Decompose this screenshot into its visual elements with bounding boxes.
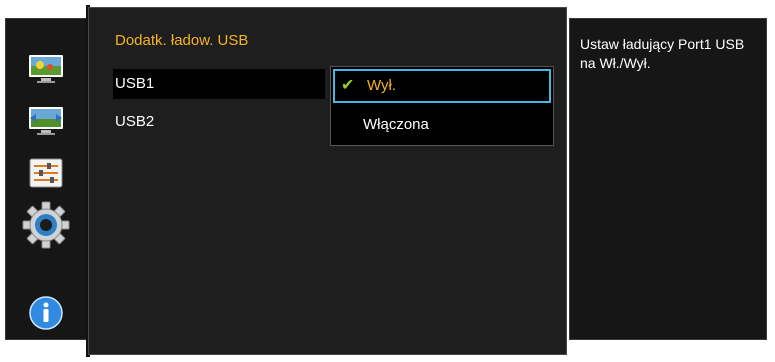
information-icon[interactable] — [26, 293, 66, 333]
help-text: Ustaw ładujący Port1 USB na Wł./Wył. — [580, 36, 745, 71]
settings-panel: Dodatk. ładow. USB USB1 USB2 ✔ Wył. Włąc… — [88, 7, 567, 355]
menu-item-label: USB2 — [115, 113, 155, 130]
system-gear-icon[interactable] — [22, 201, 70, 249]
osd-menu: Dodatk. ładow. USB USB1 USB2 ✔ Wył. Włąc… — [0, 0, 775, 362]
usb1-dropdown: ✔ Wył. Włączona — [330, 66, 554, 146]
menu-item-usb2[interactable]: USB2 — [113, 107, 325, 137]
checkmark-icon: ✔ — [341, 77, 355, 94]
position-icon[interactable] — [26, 101, 66, 141]
panel-title: Dodatk. ładow. USB — [115, 32, 249, 49]
picture-icon[interactable] — [26, 49, 66, 89]
menu-item-usb1[interactable]: USB1 — [113, 69, 325, 99]
menu-item-label: USB1 — [115, 75, 155, 92]
category-rail — [5, 18, 87, 340]
option-label: Włączona — [363, 116, 429, 133]
settings-sliders-icon[interactable] — [26, 153, 66, 193]
option-off[interactable]: ✔ Wył. — [333, 69, 551, 103]
option-label: Wył. — [367, 77, 397, 94]
help-panel: Ustaw ładujący Port1 USB na Wł./Wył. — [569, 18, 767, 340]
option-on[interactable]: Włączona — [331, 107, 553, 143]
